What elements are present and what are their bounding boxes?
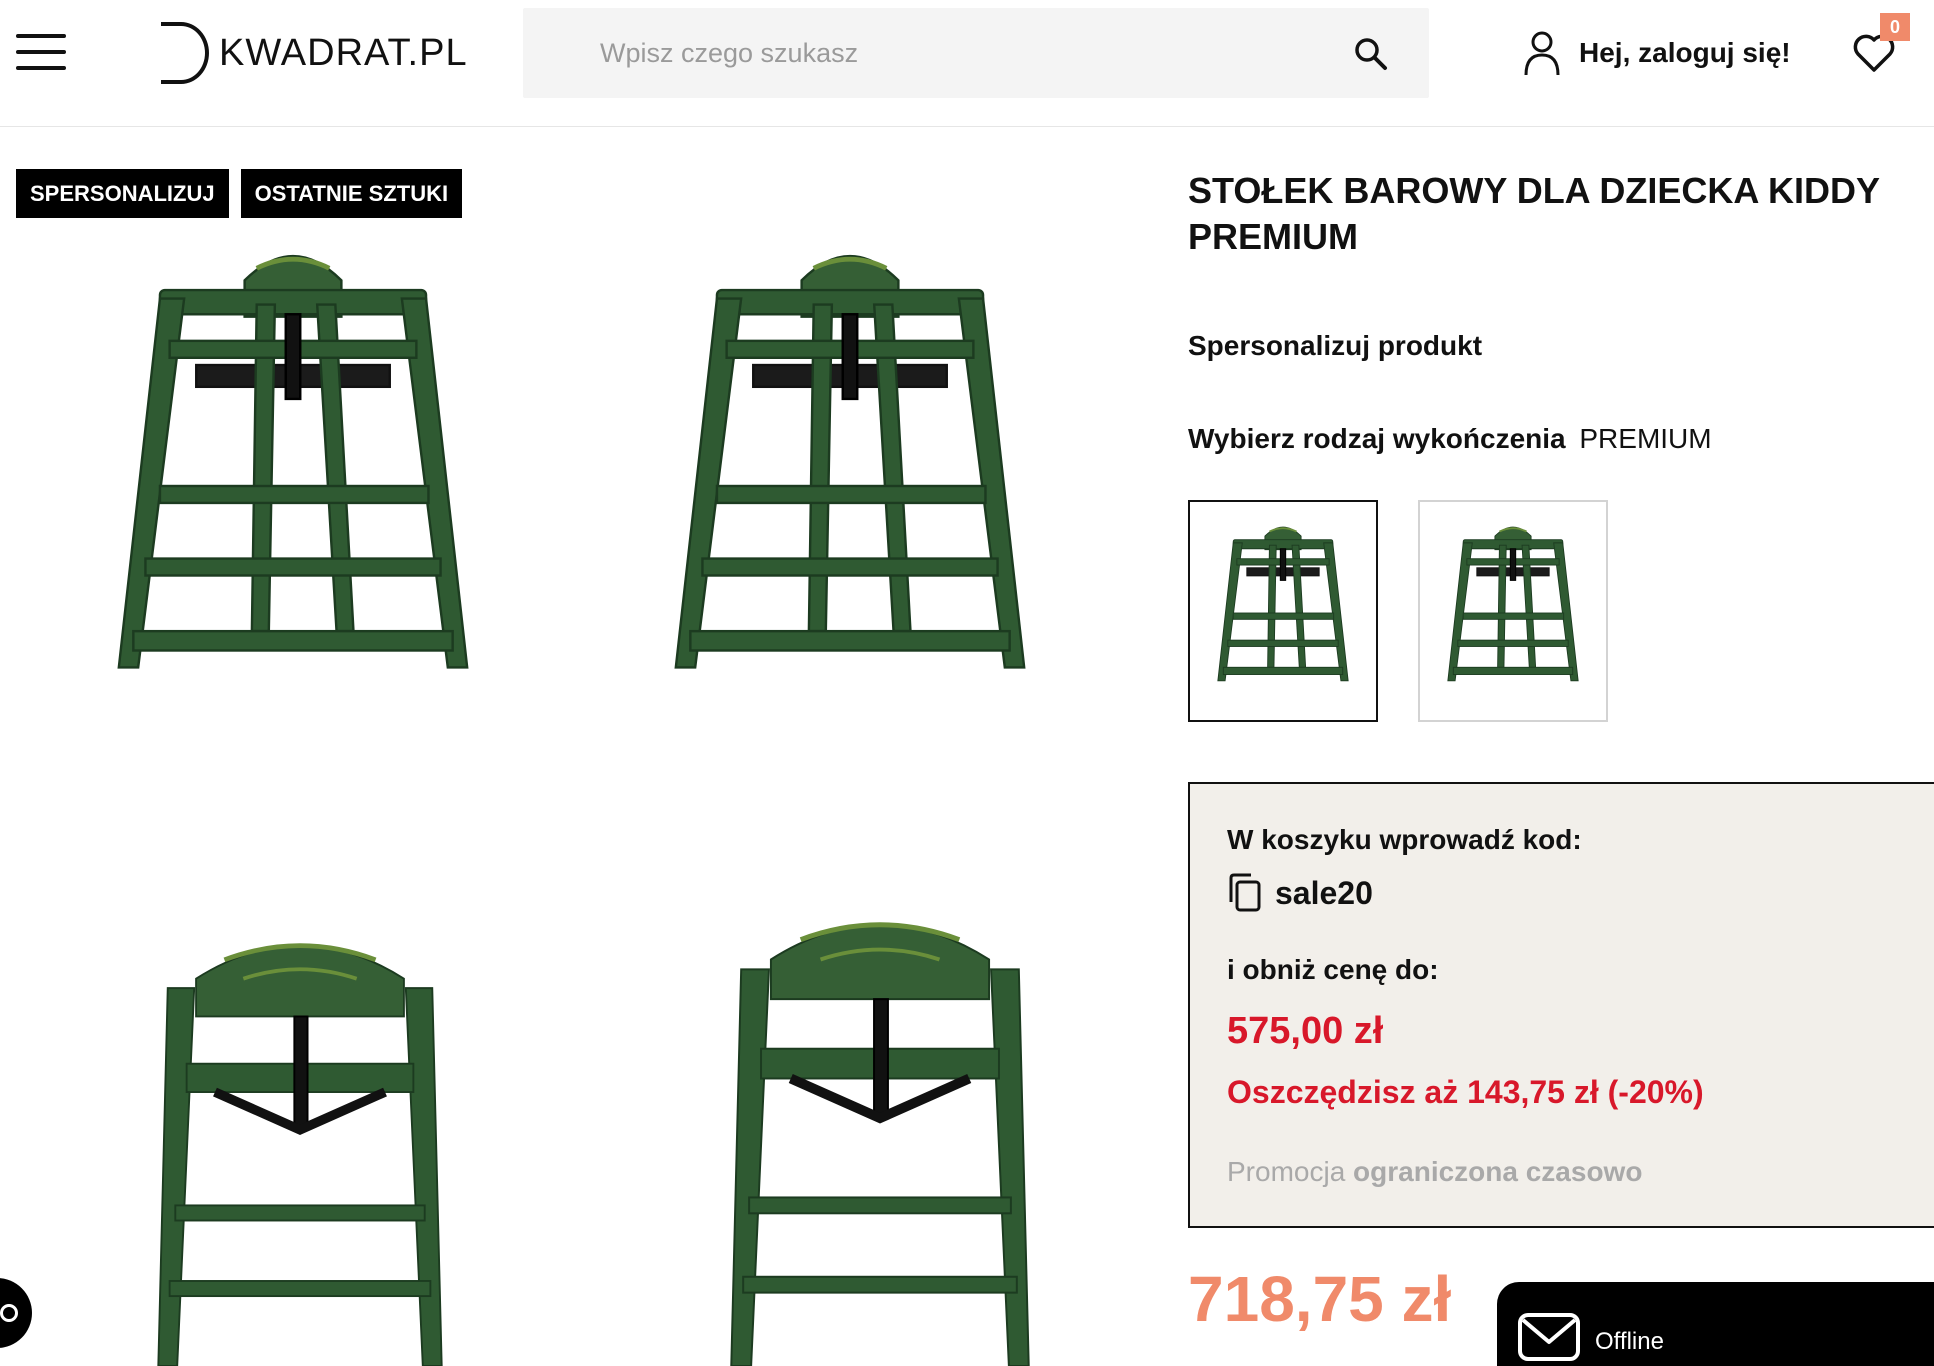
account-label: Hej, zaloguj się!	[1579, 37, 1791, 68]
finish-option-alt[interactable]	[1418, 500, 1608, 722]
logo-mark-icon	[161, 22, 209, 84]
user-icon	[1524, 31, 1560, 76]
wishlist-count-badge: 0	[1880, 13, 1910, 41]
product-badges: SPERSONALIZUJ OSTATNIE SZTUKI	[16, 169, 463, 218]
site-logo[interactable]: KWADRAT.PL	[155, 18, 475, 88]
product-image-2[interactable]	[660, 232, 1040, 740]
chat-status: Offline	[1595, 1328, 1664, 1355]
promo-price: 575,00 zł	[1227, 1010, 1384, 1052]
promo-instruction: W koszyku wprowadź kod:	[1227, 824, 1582, 855]
site-header: KWADRAT.PL Hej, zaloguj się! 0	[0, 0, 1934, 127]
chat-widget[interactable]: Offline	[1497, 1282, 1934, 1366]
badge-last-items: OSTATNIE SZTUKI	[240, 169, 463, 218]
mail-icon	[1518, 1313, 1580, 1361]
personalize-heading: Spersonalizuj produkt	[1188, 330, 1483, 361]
product-price: 718,75 zł	[1188, 1263, 1452, 1335]
menu-hamburger-icon[interactable]	[16, 34, 66, 70]
search-bar	[523, 8, 1429, 98]
promo-code: sale20	[1275, 874, 1373, 911]
product-image-4[interactable]	[710, 900, 1050, 1366]
promo-code-copy[interactable]: sale20	[1227, 872, 1373, 914]
logo-text: KWADRAT.PL	[219, 31, 468, 74]
finish-thumb-image	[1438, 518, 1588, 708]
finish-label: Wybierz rodzaj wykończenia	[1188, 423, 1566, 454]
account-login-link[interactable]: Hej, zaloguj się!	[1523, 30, 1791, 76]
promo-note: Promocja ograniczona czasowo	[1227, 1156, 1642, 1188]
promo-lower-price-label: i obniż cenę do:	[1227, 954, 1439, 985]
finish-thumb-image	[1208, 518, 1358, 708]
promo-savings: Oszczędzisz aż 143,75 zł (-20%)	[1227, 1074, 1704, 1110]
promo-note-prefix: Promocja	[1227, 1156, 1346, 1187]
finish-value: PREMIUM	[1579, 423, 1712, 454]
badge-personalize: SPERSONALIZUJ	[16, 169, 229, 218]
promo-note-bold: ograniczona czasowo	[1353, 1156, 1643, 1187]
product-image-3[interactable]	[140, 922, 460, 1366]
accessibility-toggle-icon[interactable]	[0, 1278, 32, 1348]
finish-option-premium[interactable]	[1188, 500, 1378, 722]
product-title: STOŁEK BAROWY DLA DZIECKA KIDDY PREMIUM	[1188, 170, 1880, 257]
search-input[interactable]	[523, 8, 1343, 98]
copy-icon	[1229, 873, 1261, 912]
search-icon[interactable]	[1353, 36, 1389, 72]
finish-selector-label: Wybierz rodzaj wykończenia PREMIUM	[1188, 423, 1712, 455]
promo-code-box: W koszyku wprowadź kod: sale20 i obniż c…	[1188, 782, 1934, 1228]
product-image-1[interactable]	[103, 232, 483, 740]
